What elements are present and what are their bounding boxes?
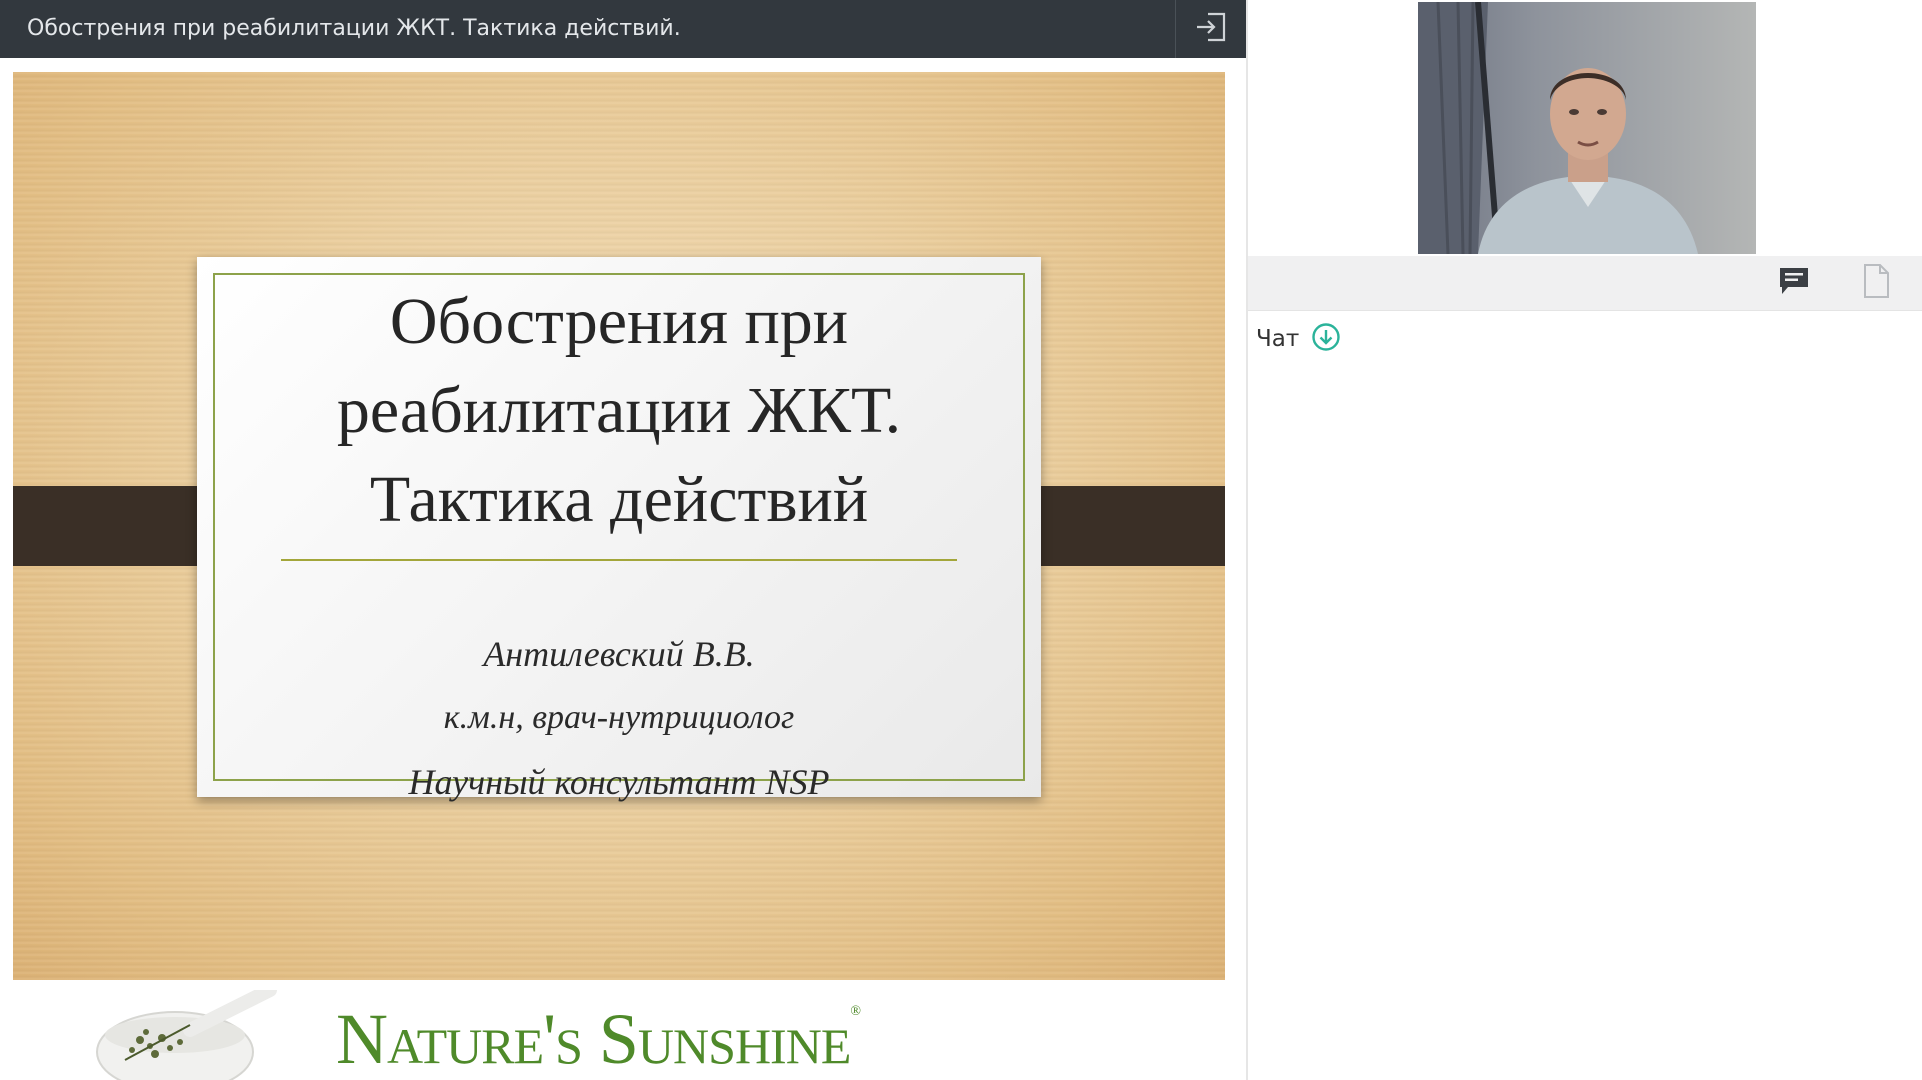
chat-icon [1778, 265, 1810, 301]
brand-name: Nature's Sunshine [336, 999, 851, 1079]
exit-icon [1194, 10, 1228, 48]
mortar-and-pestle-image [80, 990, 280, 1080]
slide-title-divider [281, 559, 957, 561]
slide-footer: Nature's Sunshine® [0, 990, 1246, 1080]
author-role: Научный консультант NSP [408, 762, 830, 802]
author-name: Антилевский В.В. [483, 634, 755, 674]
brand-logo: Nature's Sunshine® [336, 998, 861, 1080]
author-degree: к.м.н, врач-нутрициолог [443, 699, 795, 736]
slide-title-card: Обострения при реабилитации ЖКТ. Тактика… [197, 257, 1041, 802]
registered-mark: ® [850, 1004, 861, 1019]
chat-title: Чат [1256, 326, 1300, 352]
slide-title-line: Тактика действий [369, 463, 869, 536]
slide-title-line: Обострения при [389, 285, 849, 358]
tab-files[interactable] [1848, 256, 1904, 310]
sidebar-tab-bar [1248, 256, 1922, 311]
sidebar: Чат [1248, 0, 1922, 1080]
presentation-pane: Обострения при реабилитации ЖКТ. Тактика… [0, 0, 1246, 1080]
presentation-header: Обострения при реабилитации ЖКТ. Тактика… [0, 0, 1246, 58]
slide-title-line: реабилитации ЖКТ. [336, 374, 902, 447]
tab-chat[interactable] [1766, 256, 1822, 310]
presentation-slide: Обострения при реабилитации ЖКТ. Тактика… [13, 72, 1225, 980]
slide-title: Обострения при реабилитации ЖКТ. Тактика… [197, 277, 1041, 544]
file-icon [1863, 264, 1889, 302]
download-icon[interactable] [1311, 322, 1341, 356]
presentation-title: Обострения при реабилитации ЖКТ. Тактика… [27, 16, 681, 41]
chat-header: Чат [1256, 320, 1341, 358]
webcam-video[interactable] [1418, 2, 1756, 254]
exit-button[interactable] [1175, 0, 1246, 58]
